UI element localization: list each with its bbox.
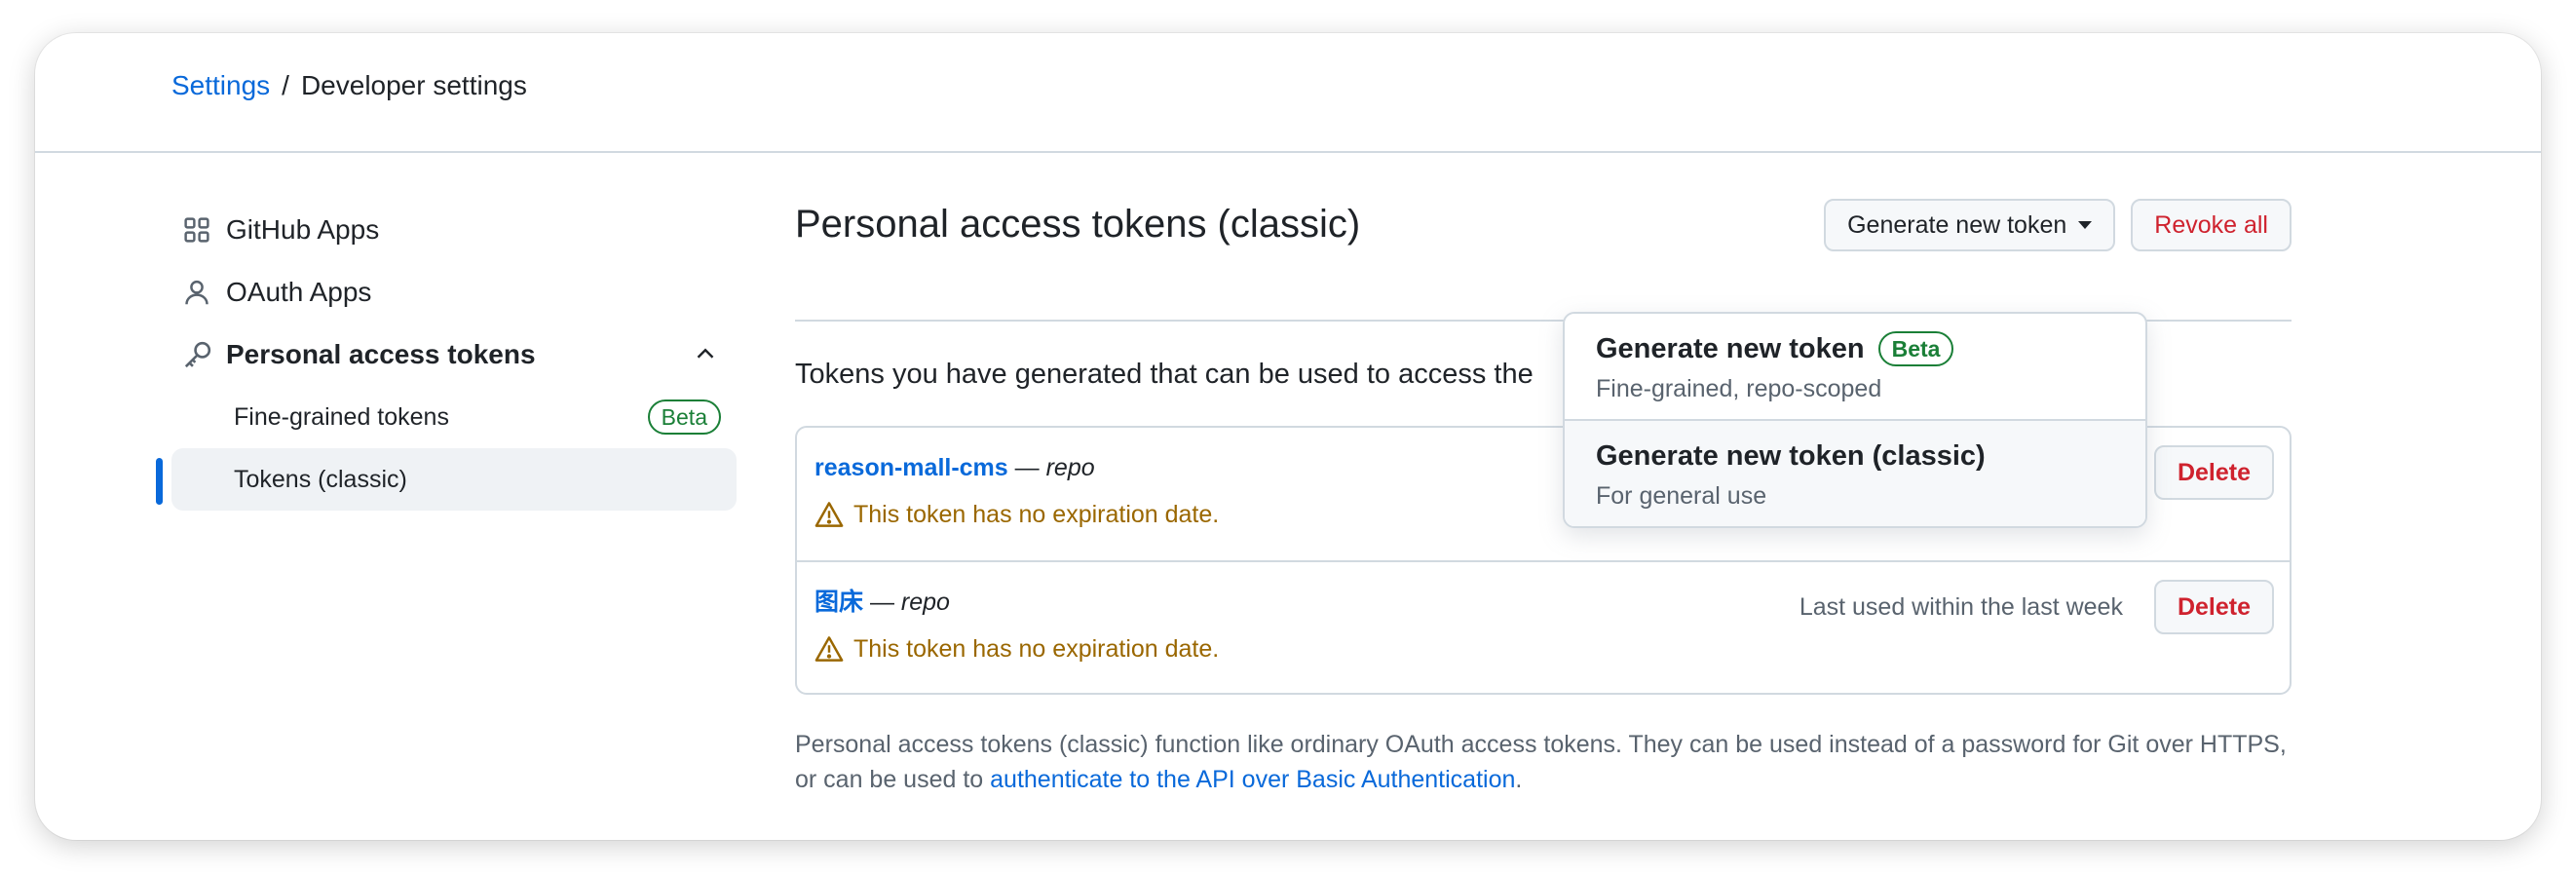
token-name-link[interactable]: reason-mall-cms bbox=[814, 454, 1008, 481]
menu-item-title: Generate new token Beta bbox=[1596, 329, 2114, 368]
basic-auth-link[interactable]: authenticate to the API over Basic Authe… bbox=[990, 766, 1515, 793]
alert-icon bbox=[814, 636, 844, 662]
token-scope: repo bbox=[900, 589, 950, 616]
sidebar-item-personal-access-tokens[interactable]: Personal access tokens bbox=[171, 323, 737, 386]
chevron-up-icon[interactable] bbox=[694, 341, 717, 372]
token-scope: repo bbox=[1045, 454, 1095, 481]
page-header: Settings / Developer settings bbox=[35, 33, 2541, 153]
token-actions: Last used within the last week Delete bbox=[1799, 580, 2274, 634]
footnote: Personal access tokens (classic) functio… bbox=[795, 727, 2292, 797]
active-indicator bbox=[156, 458, 163, 505]
delete-token-button[interactable]: Delete bbox=[2153, 445, 2274, 500]
browser-window: Settings / Developer settings GitHub App… bbox=[35, 33, 2541, 840]
title-actions: Generate new token Revoke all bbox=[1824, 199, 2292, 251]
apps-grid-icon bbox=[171, 216, 226, 244]
delete-token-button[interactable]: Delete bbox=[2153, 580, 2274, 634]
sidebar-item-label: Fine-grained tokens bbox=[234, 402, 449, 431]
token-last-used: Last used within the last week bbox=[1799, 592, 2123, 621]
token-warning-text: This token has no expiration date. bbox=[853, 500, 1220, 528]
breadcrumb-current: Developer settings bbox=[300, 70, 527, 100]
breadcrumb-separator: / bbox=[282, 70, 289, 100]
generate-new-token-button[interactable]: Generate new token bbox=[1824, 199, 2116, 251]
menu-item-classic[interactable]: Generate new token (classic) For general… bbox=[1565, 419, 2145, 526]
generate-button-label: Generate new token bbox=[1847, 210, 2067, 239]
caret-down-icon bbox=[2078, 221, 2093, 229]
sidebar-item-oauth-apps[interactable]: OAuth Apps bbox=[171, 261, 737, 323]
token-row: 图床 — repo This token has no expiration d… bbox=[797, 560, 2290, 693]
token-name-link[interactable]: 图床 bbox=[814, 589, 863, 616]
footnote-end: . bbox=[1515, 766, 1523, 793]
beta-badge: Beta bbox=[1877, 331, 1954, 366]
menu-item-title-text: Generate new token (classic) bbox=[1596, 440, 1986, 472]
menu-item-title: Generate new token (classic) bbox=[1596, 437, 2114, 476]
menu-item-subtitle: Fine-grained, repo-scoped bbox=[1596, 375, 1882, 402]
token-dash: — bbox=[1014, 454, 1040, 481]
beta-badge: Beta bbox=[647, 399, 721, 435]
sidebar: GitHub Apps OAuth Apps Personal access t… bbox=[156, 199, 737, 511]
sidebar-item-tokens-classic[interactable]: Tokens (classic) bbox=[156, 448, 737, 511]
person-icon bbox=[171, 279, 226, 306]
main-content: Personal access tokens (classic) Generat… bbox=[795, 199, 2292, 793]
sidebar-item-fine-grained-tokens[interactable]: Fine-grained tokens Beta bbox=[171, 386, 737, 448]
key-icon bbox=[171, 340, 226, 369]
breadcrumb-settings-link[interactable]: Settings bbox=[171, 68, 270, 103]
token-dash: — bbox=[869, 589, 894, 616]
menu-item-fine-grained[interactable]: Generate new token Beta Fine-grained, re… bbox=[1565, 314, 2145, 419]
token-warning-text: This token has no expiration date. bbox=[853, 634, 1220, 663]
sidebar-item-label: Personal access tokens bbox=[226, 339, 536, 369]
sidebar-item-label: Tokens (classic) bbox=[234, 465, 407, 493]
token-warning: This token has no expiration date. bbox=[814, 634, 2272, 664]
breadcrumb: Settings / Developer settings bbox=[171, 68, 527, 103]
sidebar-item-label: GitHub Apps bbox=[226, 214, 380, 245]
menu-item-subtitle: For general use bbox=[1596, 482, 1767, 510]
generate-token-menu: Generate new token Beta Fine-grained, re… bbox=[1563, 312, 2147, 528]
menu-item-title-text: Generate new token bbox=[1596, 333, 1865, 364]
sidebar-item-label: OAuth Apps bbox=[226, 277, 372, 307]
alert-icon bbox=[814, 502, 844, 527]
revoke-all-button[interactable]: Revoke all bbox=[2131, 199, 2292, 251]
tokens-description: Tokens you have generated that can be us… bbox=[795, 359, 1534, 390]
sidebar-item-github-apps[interactable]: GitHub Apps bbox=[171, 199, 737, 261]
